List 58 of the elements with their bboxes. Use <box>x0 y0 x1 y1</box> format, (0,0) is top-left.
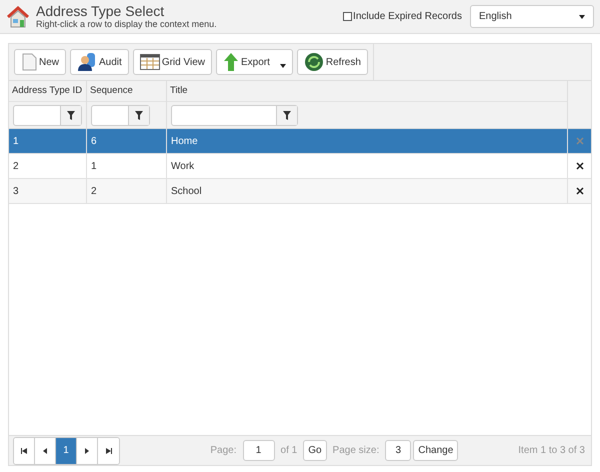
caret-icon <box>579 14 585 18</box>
table-row[interactable]: 1 6 Home <box>9 129 591 154</box>
checkbox[interactable] <box>343 12 352 21</box>
filter-field[interactable] <box>91 104 150 126</box>
filter-icon <box>135 110 143 120</box>
go-button[interactable]: Go <box>303 440 327 461</box>
page-size-label: Page size: <box>332 444 380 458</box>
item-summary: Item 1 to 3 of 3 <box>518 444 585 458</box>
house-icon <box>6 6 30 28</box>
last-page-icon <box>106 448 112 454</box>
next-page-icon <box>85 448 89 454</box>
last-page-button[interactable] <box>98 438 119 464</box>
refresh-icon <box>304 52 324 72</box>
document-icon <box>21 53 37 71</box>
table-cell: 6 <box>87 129 167 153</box>
page-label: Page: <box>210 444 237 458</box>
table-cell: 2 <box>87 179 167 203</box>
table-row[interactable]: 3 2 School <box>9 179 591 204</box>
table-cell: Home <box>167 129 568 153</box>
toolbar-button[interactable]: New <box>14 49 66 75</box>
table-cell: 1 <box>9 129 87 153</box>
table-cell: 2 <box>9 154 87 178</box>
person-icon <box>77 52 98 72</box>
filter-field[interactable] <box>171 104 298 126</box>
checkbox-label: Include Expired Records <box>353 10 462 24</box>
change-button[interactable]: Change <box>413 440 458 461</box>
language-dropdown[interactable]: English <box>470 5 594 28</box>
page-size-field[interactable]: 3 <box>385 440 412 461</box>
column-header[interactable]: Sequence <box>87 81 166 102</box>
page-subtitle: Right-click a row to display the context menu. <box>36 19 217 30</box>
export-dropdown-button[interactable]: Export <box>216 49 293 75</box>
table-cell: School <box>167 179 568 203</box>
toolbar-button[interactable]: Grid View <box>132 49 212 75</box>
caret-icon <box>280 64 286 68</box>
table-cell: Work <box>167 154 568 178</box>
filter-icon <box>67 110 75 120</box>
previous-page-button[interactable] <box>35 438 56 464</box>
next-page-button[interactable] <box>77 438 98 464</box>
page-count: of 1 <box>280 444 298 458</box>
table-cell: 1 <box>87 154 167 178</box>
column-header[interactable]: Address Type ID <box>9 81 86 102</box>
previous-page-icon <box>43 448 47 454</box>
table-row[interactable]: 2 1 Work <box>9 154 591 179</box>
table-cell: 3 <box>9 179 87 203</box>
delete-icon[interactable] <box>576 162 584 170</box>
table-icon <box>140 54 160 70</box>
first-page-icon <box>21 448 27 454</box>
filter-icon <box>283 110 291 120</box>
column-header[interactable]: Title <box>167 81 567 102</box>
page-field[interactable]: 1 <box>242 440 275 461</box>
delete-icon[interactable] <box>576 187 584 195</box>
first-page-button[interactable] <box>14 438 35 464</box>
toolbar-button[interactable]: Audit <box>70 49 129 75</box>
page-title: Address Type Select <box>36 3 166 19</box>
up-arrow-icon <box>222 52 239 72</box>
toolbar-button[interactable]: Refresh <box>296 49 368 75</box>
filter-field[interactable] <box>13 104 82 126</box>
page-button[interactable]: 1 <box>56 438 77 464</box>
